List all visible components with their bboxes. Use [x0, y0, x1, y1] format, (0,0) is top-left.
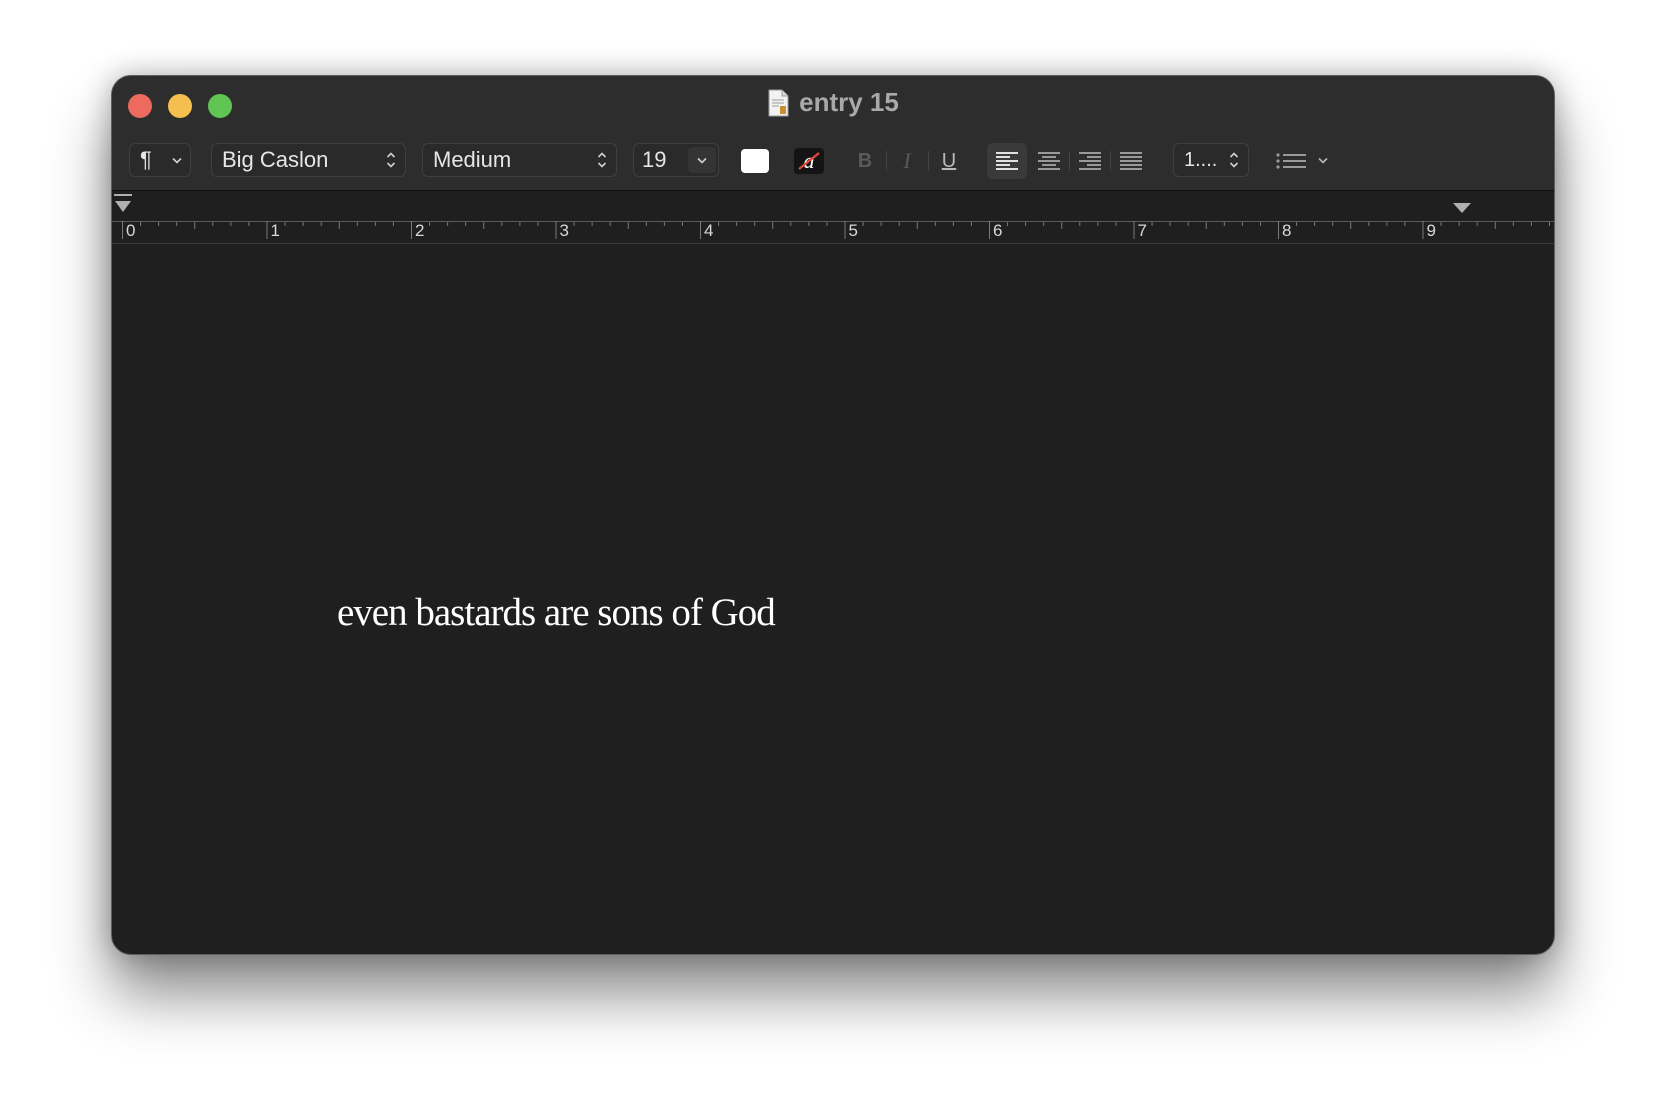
- ruler-label: 3: [559, 221, 569, 240]
- font-size-dropdown-button[interactable]: [688, 147, 716, 173]
- ruler-label: 8: [1282, 221, 1292, 240]
- underline-button[interactable]: U: [929, 143, 969, 179]
- font-family-popup[interactable]: Big Caslon: [211, 143, 406, 177]
- align-center-icon: [1038, 152, 1060, 170]
- align-right-icon: [1079, 152, 1101, 170]
- up-down-arrows-icon: [386, 152, 396, 168]
- text-color-well[interactable]: [741, 149, 769, 173]
- ruler-scale: [112, 194, 1554, 239]
- italic-button[interactable]: I: [887, 143, 927, 179]
- ruler-label: 7: [1137, 221, 1147, 240]
- underline-label: U: [941, 149, 957, 172]
- align-left-button[interactable]: [987, 143, 1027, 179]
- font-size-value: 19: [642, 147, 667, 172]
- bold-label: B: [857, 149, 873, 172]
- bold-button[interactable]: B: [845, 143, 885, 179]
- italic-label: I: [903, 148, 911, 173]
- line-spacing-value: 1....: [1184, 148, 1218, 171]
- bulleted-list-icon: [1276, 153, 1306, 169]
- list-bullets-button[interactable]: [1270, 143, 1334, 179]
- ruler-label: 1: [270, 221, 280, 240]
- ruler-label: 6: [993, 221, 1003, 240]
- paragraph-symbol: ¶: [140, 147, 152, 172]
- textedit-window: entry 15 ¶ Big Caslon Medium 19 B I U 1.…: [111, 75, 1555, 955]
- align-left-icon: [996, 152, 1018, 170]
- ruler[interactable]: 0 1 2 3 4 5 6 7 8 9: [112, 191, 1554, 244]
- chevron-down-icon: [1318, 157, 1328, 164]
- chevron-down-icon: [697, 157, 707, 164]
- font-size-combo[interactable]: 19: [633, 143, 719, 177]
- document-body[interactable]: even bastards are sons of God: [112, 244, 1554, 954]
- right-indent-marker[interactable]: [1453, 203, 1471, 213]
- minimize-window-button[interactable]: [168, 94, 192, 118]
- ruler-label: 4: [704, 221, 714, 240]
- no-highlight-slash-icon: [798, 152, 820, 170]
- up-down-arrows-icon: [1229, 152, 1239, 168]
- line-spacing-popup[interactable]: 1....: [1173, 143, 1249, 177]
- window-title: entry 15: [799, 87, 899, 117]
- zoom-window-button[interactable]: [208, 94, 232, 118]
- left-indent-marker[interactable]: [115, 201, 131, 212]
- format-toolbar: ¶ Big Caslon Medium 19 B I U 1....: [112, 143, 1554, 179]
- justify-button[interactable]: [1111, 143, 1151, 179]
- chevron-down-icon: [172, 157, 182, 164]
- ruler-label: 5: [848, 221, 858, 240]
- font-style-popup[interactable]: Medium: [422, 143, 617, 177]
- ruler-label: 0: [126, 221, 136, 240]
- font-style-value: Medium: [433, 147, 512, 172]
- highlight-color-button[interactable]: a: [794, 148, 824, 174]
- font-family-value: Big Caslon: [222, 147, 329, 172]
- up-down-arrows-icon: [597, 152, 607, 168]
- align-center-button[interactable]: [1029, 143, 1069, 179]
- paragraph-styles-popup[interactable]: ¶: [129, 143, 191, 177]
- document-icon: [768, 89, 789, 116]
- title-bar: entry 15 ¶ Big Caslon Medium 19 B I U 1.…: [112, 76, 1554, 191]
- ruler-label: 9: [1426, 221, 1436, 240]
- ruler-label: 2: [415, 221, 425, 240]
- align-right-button[interactable]: [1070, 143, 1110, 179]
- justify-icon: [1120, 152, 1142, 170]
- document-text[interactable]: even bastards are sons of God: [337, 590, 776, 635]
- close-window-button[interactable]: [128, 94, 152, 118]
